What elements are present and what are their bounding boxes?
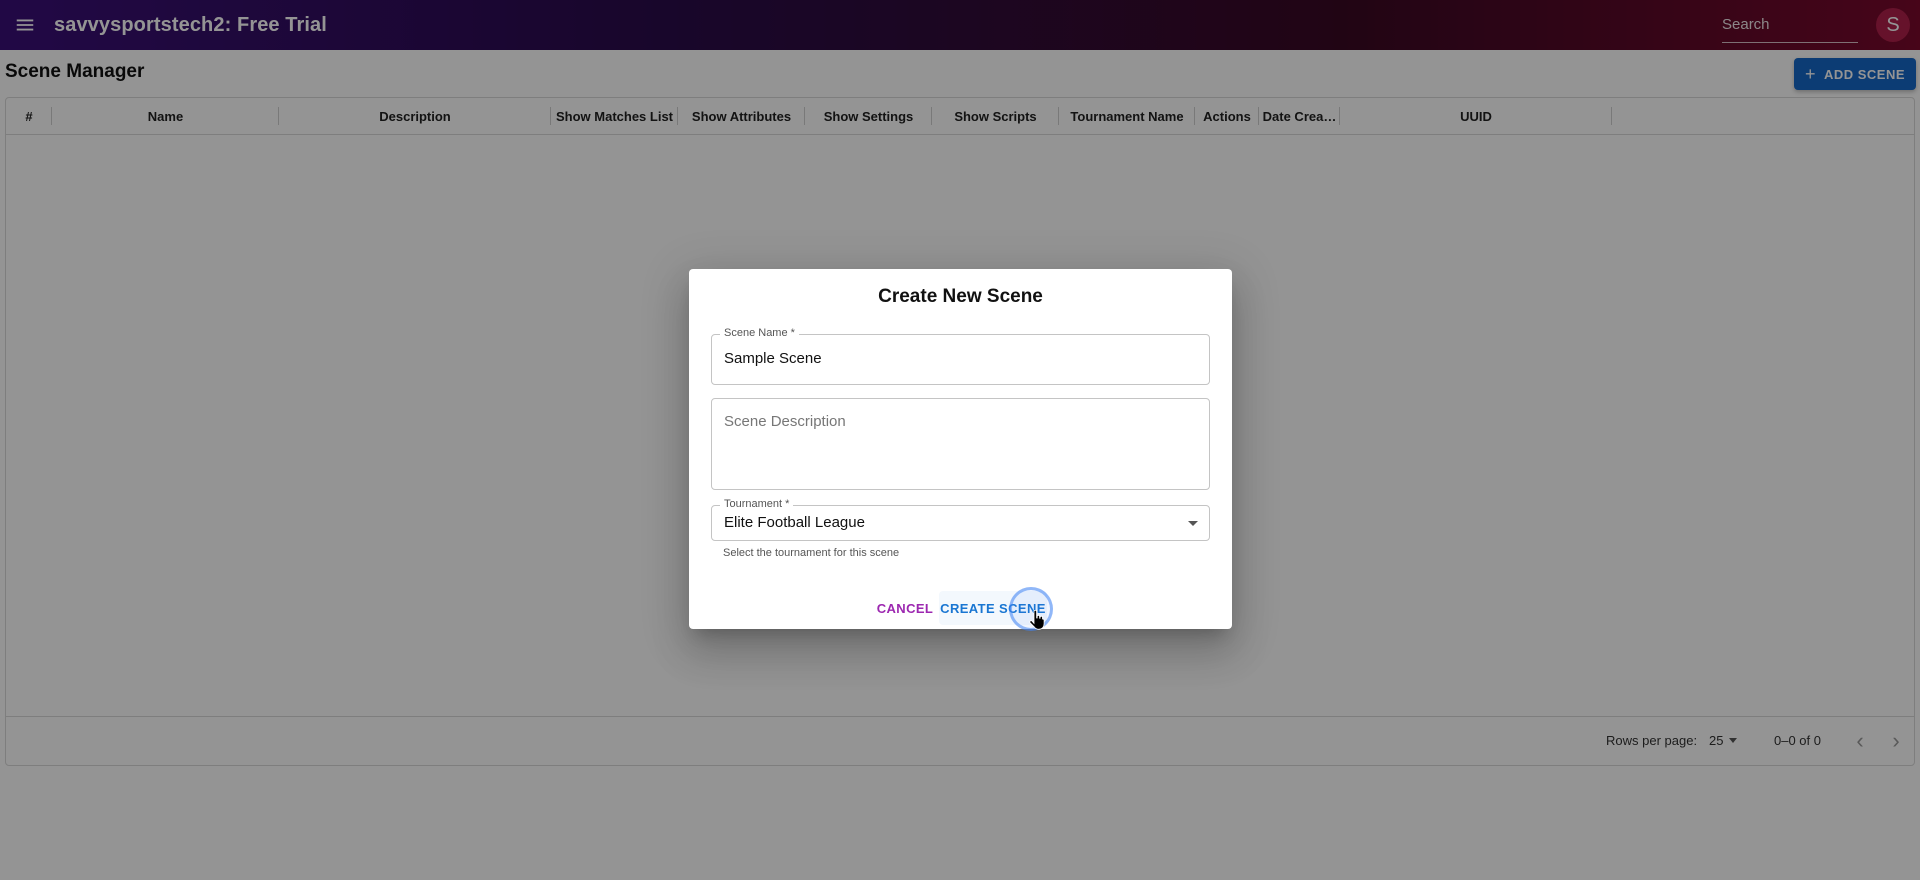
tournament-helper-text: Select the tournament for this scene [723, 547, 900, 559]
pointer-hand-icon [1029, 610, 1045, 630]
dropdown-arrow-icon [1188, 521, 1198, 526]
scene-description-field[interactable]: Scene Description [711, 398, 1210, 490]
cancel-button[interactable]: CANCEL [875, 595, 935, 621]
tournament-value: Elite Football League [724, 514, 865, 531]
dialog-title: Create New Scene [878, 286, 1043, 307]
create-scene-dialog: Create New Scene Scene Name * Sample Sce… [689, 269, 1232, 631]
scene-name-field[interactable]: Scene Name * Sample Scene [711, 327, 1210, 385]
scene-name-label: Scene Name * [720, 327, 799, 339]
tournament-label: Tournament * [720, 498, 794, 510]
tournament-select[interactable]: Tournament * Elite Football League [711, 498, 1210, 541]
scene-name-value: Sample Scene [724, 350, 822, 367]
scene-description-placeholder: Scene Description [724, 413, 846, 430]
